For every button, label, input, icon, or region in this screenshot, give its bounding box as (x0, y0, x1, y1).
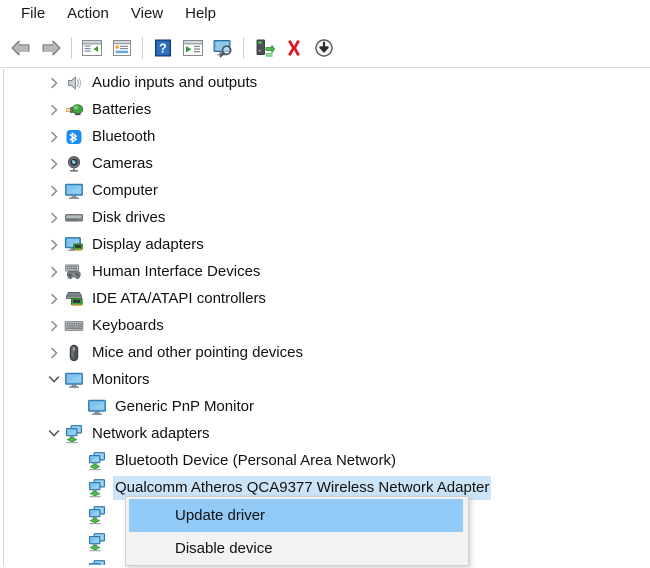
tree-row-network-adapters[interactable]: Network adapters (4, 420, 647, 447)
ide-controller-icon (63, 288, 85, 310)
chevron-right-icon[interactable] (45, 177, 63, 204)
show-hide-console-tree-icon[interactable] (77, 33, 107, 63)
tree-row-label: Qualcomm Atheros QCA9377 Wireless Networ… (115, 477, 490, 498)
mouse-icon (63, 342, 85, 364)
camera-icon (63, 153, 85, 175)
speaker-icon (63, 72, 85, 94)
help-icon[interactable]: ? (148, 33, 178, 63)
monitor-icon (63, 369, 85, 391)
tree-row-cameras[interactable]: Cameras (4, 150, 647, 177)
tree-row-label: Human Interface Devices (92, 262, 261, 280)
tree-row-label: Bluetooth Device (Personal Area Network) (115, 451, 396, 469)
chevron-right-icon[interactable] (45, 258, 63, 285)
tree-row-label: Mice and other pointing devices (92, 343, 303, 361)
forward-arrow-icon[interactable] (36, 33, 66, 63)
tree-row-monitors[interactable]: Monitors (4, 366, 647, 393)
device-tree[interactable]: Audio inputs and outputs Batteries Bluet… (3, 69, 647, 565)
back-arrow-icon[interactable] (6, 33, 36, 63)
disable-device-icon[interactable] (309, 33, 339, 63)
chevron-right-icon[interactable] (45, 204, 63, 231)
display-adapter-icon (63, 234, 85, 256)
network-adapter-icon (86, 504, 108, 526)
keyboard-icon (63, 315, 85, 337)
network-adapter-icon (86, 531, 108, 553)
tree-row-bluetooth[interactable]: Bluetooth (4, 123, 647, 150)
monitor-icon (86, 396, 108, 418)
tree-row-label: Network adapters (92, 424, 210, 442)
tree-row-label: Audio inputs and outputs (92, 73, 258, 91)
properties-icon[interactable] (107, 33, 137, 63)
tree-row-label: Disk drives (92, 208, 166, 226)
menu-bar: File Action View Help (0, 0, 650, 28)
tree-row-label: Display adapters (92, 235, 204, 253)
tree-row-label: Bluetooth (92, 127, 156, 145)
context-menu-item-update-driver[interactable]: Update driver (129, 499, 463, 532)
tree-row-human-interface-devices[interactable]: Human Interface Devices (4, 258, 647, 285)
tree-row-ide-ata-atapi-controllers[interactable]: IDE ATA/ATAPI controllers (4, 285, 647, 312)
menu-help[interactable]: Help (174, 3, 227, 25)
toolbar-separator-3 (243, 36, 244, 59)
tree-row-label: Generic PnP Monitor (115, 397, 254, 415)
chevron-right-icon[interactable] (45, 312, 63, 339)
tree-row-bluetooth-device-pan[interactable]: Bluetooth Device (Personal Area Network) (4, 447, 647, 474)
tree-row-display-adapters[interactable]: Display adapters (4, 231, 647, 258)
network-adapter-icon (86, 477, 108, 499)
chevron-right-icon[interactable] (45, 123, 63, 150)
menu-file[interactable]: File (10, 3, 56, 25)
chevron-down-icon[interactable] (45, 420, 63, 447)
tree-row-disk-drives[interactable]: Disk drives (4, 204, 647, 231)
tree-row-label: Keyboards (92, 316, 164, 334)
context-menu-item-disable-device[interactable]: Disable device (126, 532, 468, 565)
chevron-right-icon[interactable] (45, 339, 63, 366)
chevron-right-icon[interactable] (45, 96, 63, 123)
battery-icon (63, 99, 85, 121)
chevron-right-icon[interactable] (45, 285, 63, 312)
context-menu-item-label: Disable device (175, 540, 273, 557)
network-adapter-icon (86, 558, 108, 565)
tree-row-mice-and-other-pointing-devices[interactable]: Mice and other pointing devices (4, 339, 647, 366)
bluetooth-icon (63, 126, 85, 148)
context-menu-item-label: Update driver (175, 507, 266, 524)
menu-action[interactable]: Action (56, 3, 120, 25)
tree-row-generic-pnp-monitor[interactable]: Generic PnP Monitor (4, 393, 647, 420)
tree-row-label: Monitors (92, 370, 150, 388)
scan-for-hardware-changes-icon[interactable] (208, 33, 238, 63)
toolbar-separator-2 (142, 36, 143, 59)
tree-row-batteries[interactable]: Batteries (4, 96, 647, 123)
menu-view[interactable]: View (120, 3, 174, 25)
context-menu[interactable]: Update driver Disable device (125, 496, 469, 566)
tree-row-label: Computer (92, 181, 158, 199)
tree-row-computer[interactable]: Computer (4, 177, 647, 204)
chevron-right-icon[interactable] (45, 231, 63, 258)
toolbar: ? (0, 28, 650, 68)
network-adapter-icon (86, 450, 108, 472)
update-driver-software-icon[interactable] (178, 33, 208, 63)
svg-text:?: ? (159, 41, 167, 55)
chevron-down-icon[interactable] (45, 366, 63, 393)
disk-drive-icon (63, 207, 85, 229)
device-manager-window: File Action View Help ? Audio inputs and… (0, 0, 650, 568)
computer-icon (63, 180, 85, 202)
tree-row-label: IDE ATA/ATAPI controllers (92, 289, 266, 307)
toolbar-separator-1 (71, 36, 72, 59)
chevron-right-icon[interactable] (45, 69, 63, 96)
hid-icon (63, 261, 85, 283)
tree-row-audio-inputs-and-outputs[interactable]: Audio inputs and outputs (4, 69, 647, 96)
add-legacy-hardware-icon[interactable] (249, 33, 279, 63)
chevron-right-icon[interactable] (45, 150, 63, 177)
tree-row-label: Batteries (92, 100, 152, 118)
tree-row-label: Cameras (92, 154, 153, 172)
tree-row-keyboards[interactable]: Keyboards (4, 312, 647, 339)
network-adapter-icon (63, 423, 85, 445)
uninstall-device-icon[interactable] (279, 33, 309, 63)
